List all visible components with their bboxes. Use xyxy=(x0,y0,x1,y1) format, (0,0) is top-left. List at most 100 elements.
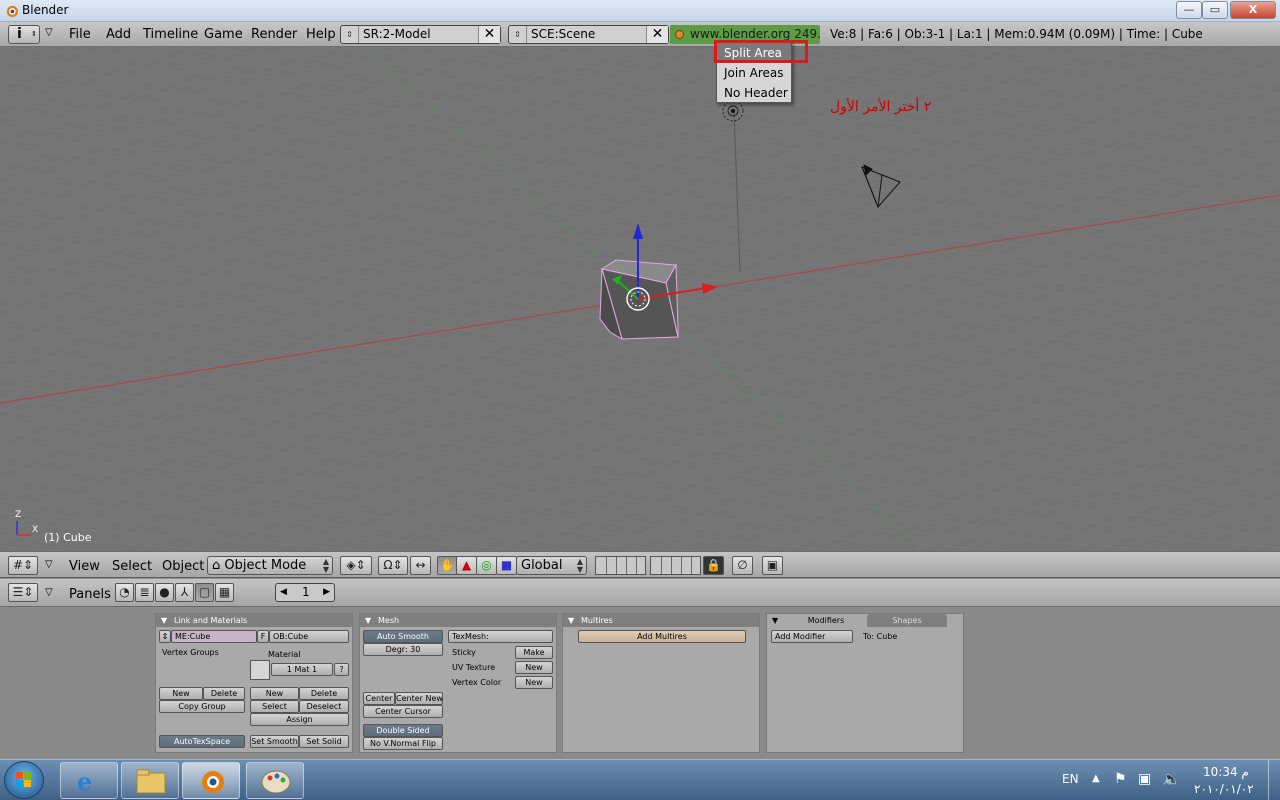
scene-selector[interactable]: ⇕ SCE:Scene ✕ xyxy=(508,25,669,44)
menu-view[interactable]: View xyxy=(69,559,100,574)
align-button[interactable]: ↔ xyxy=(410,556,431,575)
left-arrow-icon[interactable]: ◀ xyxy=(280,584,287,601)
menu-select[interactable]: Select xyxy=(112,559,152,574)
frame-number-field[interactable]: ◀ 1 ▶ xyxy=(275,583,335,602)
texmesh-field[interactable]: TexMesh: xyxy=(448,630,553,643)
object-name-field[interactable]: OB:Cube xyxy=(269,630,349,643)
mesh-name-field[interactable]: ME:Cube xyxy=(171,630,257,643)
menu-collapse-icon[interactable]: ▽ xyxy=(45,587,53,598)
material-help-button[interactable]: ? xyxy=(334,663,349,676)
autotexspace-toggle[interactable]: AutoTexSpace xyxy=(159,735,245,748)
editor-type-button[interactable]: i ⇕ xyxy=(8,25,40,44)
script-context-button[interactable]: ≣ xyxy=(135,583,154,602)
translate-toggle[interactable]: ▲ xyxy=(456,556,477,575)
close-button[interactable]: X xyxy=(1230,1,1276,19)
no-vnormal-flip-toggle[interactable]: No V.Normal Flip xyxy=(363,737,443,750)
delete-screen-icon[interactable]: ✕ xyxy=(478,26,500,43)
network-icon[interactable]: ▣ xyxy=(1138,771,1151,787)
vgroup-new-button[interactable]: New xyxy=(159,687,203,700)
pivot-button[interactable]: Ω⇕ xyxy=(378,556,408,575)
menu-object[interactable]: Object xyxy=(162,559,204,574)
menu-game[interactable]: Game xyxy=(204,27,243,42)
collapse-triangle-icon[interactable]: ▼ xyxy=(365,614,371,627)
add-modifier-button[interactable]: Add Modifier xyxy=(771,630,853,643)
material-deselect-button[interactable]: Deselect xyxy=(299,700,349,713)
layer-buttons-2[interactable] xyxy=(650,556,701,575)
volume-icon[interactable]: 🔈 xyxy=(1162,770,1181,788)
scene-context-button[interactable]: ▦ xyxy=(215,583,234,602)
rotate-toggle[interactable]: ◎ xyxy=(476,556,497,575)
editor-type-button[interactable]: #⇕ xyxy=(8,556,38,575)
material-select-button[interactable]: Select xyxy=(250,700,299,713)
menu-render[interactable]: Render xyxy=(251,27,297,42)
layer-buttons-1[interactable] xyxy=(595,556,646,575)
delete-scene-icon[interactable]: ✕ xyxy=(646,26,668,43)
taskbar-ie[interactable]: e xyxy=(60,762,118,799)
orientation-dropdown[interactable]: Global ▲ ▼ xyxy=(516,556,587,575)
manipulator-toggle[interactable]: ✋ xyxy=(437,556,458,575)
auto-smooth-toggle[interactable]: Auto Smooth xyxy=(363,630,443,643)
panel-title[interactable]: Multires xyxy=(563,614,759,627)
draw-type-button[interactable]: ◈⇕ xyxy=(340,556,372,575)
lock-layer-button[interactable]: 🔒 xyxy=(703,556,724,575)
minimize-button[interactable]: — xyxy=(1176,1,1202,19)
editing-context-button[interactable]: ▢ xyxy=(195,583,214,602)
menu-join-areas[interactable]: Join Areas xyxy=(717,63,791,83)
shading-context-button[interactable]: ● xyxy=(155,583,174,602)
object-context-button[interactable]: ⅄ xyxy=(175,583,194,602)
tab-shapes[interactable]: Shapes xyxy=(867,614,947,627)
menu-file[interactable]: File xyxy=(69,27,91,42)
double-sided-toggle[interactable]: Double Sided xyxy=(363,724,443,737)
collapse-triangle-icon[interactable]: ▼ xyxy=(772,614,778,627)
mode-dropdown[interactable]: ⌂ Object Mode ▲ ▼ xyxy=(207,556,333,575)
material-assign-button[interactable]: Assign xyxy=(250,713,349,726)
fake-user-button[interactable]: F xyxy=(257,630,269,643)
show-hidden-icons-icon[interactable]: ▲ xyxy=(1092,773,1100,784)
collapse-triangle-icon[interactable]: ▼ xyxy=(568,614,574,627)
panel-title[interactable]: Link and Materials xyxy=(156,614,352,627)
menu-help[interactable]: Help xyxy=(306,27,336,42)
menu-timeline[interactable]: Timeline xyxy=(143,27,198,42)
collapse-triangle-icon[interactable]: ▼ xyxy=(161,614,167,627)
mesh-browse-button[interactable]: ⇕ xyxy=(159,630,171,643)
taskbar-paint[interactable] xyxy=(246,762,304,799)
material-index-field[interactable]: 1 Mat 1 xyxy=(271,663,333,676)
sticky-make-button[interactable]: Make xyxy=(515,646,553,659)
uv-texture-new-button[interactable]: New xyxy=(515,661,553,674)
logic-context-button[interactable]: ◔ xyxy=(115,583,134,602)
menu-collapse-icon[interactable]: ▽ xyxy=(45,27,53,38)
menu-add[interactable]: Add xyxy=(106,27,131,42)
clock-time[interactable]: 10:34 م xyxy=(1203,765,1249,779)
panel-title[interactable]: Mesh xyxy=(360,614,556,627)
copy-group-button[interactable]: Copy Group xyxy=(159,700,245,713)
snap-button[interactable]: ∅ xyxy=(732,556,753,575)
right-arrow-icon[interactable]: ▶ xyxy=(323,584,330,601)
language-indicator[interactable]: EN xyxy=(1062,772,1079,786)
material-new-button[interactable]: New xyxy=(250,687,299,700)
show-desktop-button[interactable] xyxy=(1268,760,1280,800)
screen-selector[interactable]: ⇕ SR:2-Model ✕ xyxy=(340,25,501,44)
maximize-button[interactable]: ▭ xyxy=(1202,1,1228,19)
add-multires-button[interactable]: Add Multires xyxy=(578,630,746,643)
editor-type-button[interactable]: ☰⇕ xyxy=(8,583,38,602)
taskbar-blender[interactable] xyxy=(182,762,240,799)
set-smooth-button[interactable]: Set Smooth xyxy=(250,735,299,748)
3d-viewport[interactable]: Z X (1) Cube ٢ أختر الأمر الأول xyxy=(0,47,1280,551)
taskbar-explorer[interactable] xyxy=(121,762,179,799)
menu-collapse-icon[interactable]: ▽ xyxy=(45,559,53,570)
start-button[interactable] xyxy=(4,761,44,799)
center-new-button[interactable]: Center New xyxy=(395,692,443,705)
render-preview-button[interactable]: ▣ xyxy=(762,556,783,575)
clock-date[interactable]: ٢٠١٠/٠١/٠٢ xyxy=(1194,782,1254,796)
set-solid-button[interactable]: Set Solid xyxy=(299,735,349,748)
menu-no-header[interactable]: No Header xyxy=(717,83,791,103)
action-center-flag-icon[interactable]: ⚑ xyxy=(1114,771,1127,787)
material-delete-button[interactable]: Delete xyxy=(299,687,349,700)
scale-toggle[interactable]: ■ xyxy=(496,556,517,575)
center-cursor-button[interactable]: Center Cursor xyxy=(363,705,443,718)
center-button[interactable]: Center xyxy=(363,692,395,705)
vgroup-delete-button[interactable]: Delete xyxy=(203,687,245,700)
degree-field[interactable]: Degr: 30 xyxy=(363,643,443,656)
vertex-color-new-button[interactable]: New xyxy=(515,676,553,689)
tab-modifiers[interactable]: Modifiers xyxy=(785,614,867,627)
